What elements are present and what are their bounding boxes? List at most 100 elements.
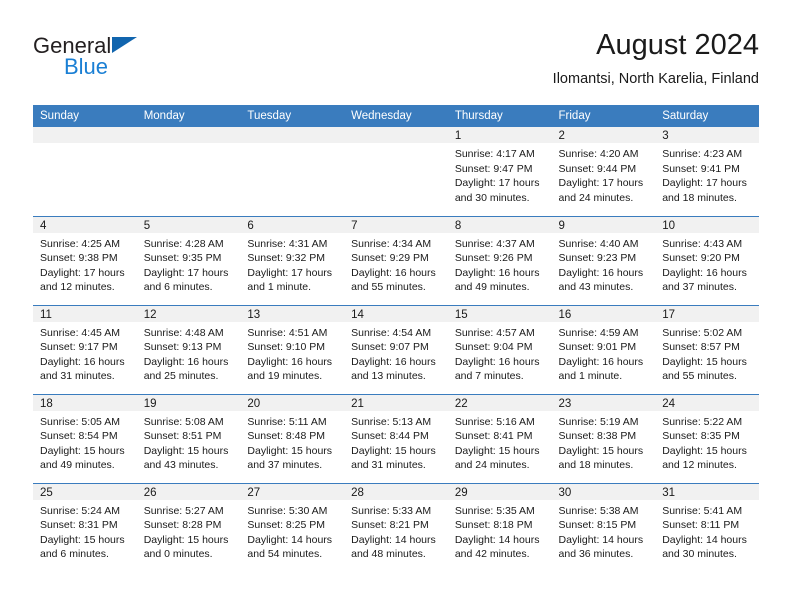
sunrise-text: Sunrise: 4:59 AM xyxy=(558,326,639,339)
daylight-text: Daylight: 14 hours and 36 minutes. xyxy=(558,533,644,561)
day-number xyxy=(240,127,345,143)
day-cell: 29 Sunrise: 5:35 AM Sunset: 8:18 PM Dayligh… xyxy=(447,483,552,573)
calendar-day-cell[interactable]: 1 Sunrise: 4:17 AM Sunset: 9:47 PM Daylight… xyxy=(447,127,552,216)
sunset-text: Sunset: 8:15 PM xyxy=(558,519,637,532)
sunset-text: Sunset: 9:35 PM xyxy=(143,252,222,265)
day-number xyxy=(33,127,137,143)
calendar-day-cell[interactable]: 15 Sunrise: 4:57 AM Sunset: 9:04 PM Dayligh… xyxy=(447,304,552,394)
day-cell: 7 Sunrise: 4:34 AM Sunset: 9:29 PM Daylight… xyxy=(344,216,448,305)
sunset-text: Sunset: 9:20 PM xyxy=(662,252,740,265)
sunset-text: Sunset: 8:51 PM xyxy=(143,430,222,443)
calendar-day-cell[interactable]: 13 Sunrise: 4:51 AM Sunset: 9:10 PM Dayligh… xyxy=(240,304,345,394)
day-details: Sunrise: 4:17 AM Sunset: 9:47 PM Daylight:… xyxy=(448,143,552,205)
daylight-text: Daylight: 16 hours and 49 minutes. xyxy=(454,266,540,294)
day-number: 19 xyxy=(136,394,241,411)
day-number: 22 xyxy=(447,394,552,411)
day-cell: 8 Sunrise: 4:37 AM Sunset: 9:26 PM Daylight… xyxy=(447,216,552,305)
day-cell: 2 Sunrise: 4:20 AM Sunset: 9:44 PM Daylight… xyxy=(551,127,656,216)
calendar-day-cell[interactable]: 28 Sunrise: 5:33 AM Sunset: 8:21 PM Dayligh… xyxy=(344,482,448,573)
day-number: 11 xyxy=(33,305,137,322)
calendar-day-cell[interactable]: 19 Sunrise: 5:08 AM Sunset: 8:51 PM Dayligh… xyxy=(136,393,241,483)
sunrise-text: Sunrise: 4:40 AM xyxy=(558,237,639,250)
sunset-text: Sunset: 9:47 PM xyxy=(454,162,533,175)
day-number: 3 xyxy=(655,127,759,143)
sunrise-text: Sunrise: 5:13 AM xyxy=(351,415,432,428)
calendar-day-cell[interactable]: 23 Sunrise: 5:19 AM Sunset: 8:38 PM Dayligh… xyxy=(551,393,656,483)
daylight-text: Daylight: 16 hours and 31 minutes. xyxy=(40,355,125,383)
general-blue-logo: General Blue xyxy=(33,28,163,84)
calendar-day-cell[interactable]: 16 Sunrise: 4:59 AM Sunset: 9:01 PM Dayligh… xyxy=(551,304,656,394)
calendar-week-row: 1 Sunrise: 4:17 AM Sunset: 9:47 PM Daylight… xyxy=(33,127,759,216)
calendar-day-cell[interactable] xyxy=(344,127,448,216)
day-details: Sunrise: 5:05 AM Sunset: 8:54 PM Daylight:… xyxy=(33,411,137,473)
calendar-day-cell[interactable]: 5 Sunrise: 4:28 AM Sunset: 9:35 PM Daylight… xyxy=(136,215,241,305)
daylight-text: Daylight: 15 hours and 43 minutes. xyxy=(143,444,229,472)
sunrise-text: Sunrise: 4:45 AM xyxy=(40,326,120,339)
calendar-day-cell[interactable]: 18 Sunrise: 5:05 AM Sunset: 8:54 PM Dayligh… xyxy=(33,393,137,483)
weekday-header-tuesday: Tuesday xyxy=(240,105,345,127)
calendar-day-cell[interactable]: 3 Sunrise: 4:23 AM Sunset: 9:41 PM Daylight… xyxy=(655,127,759,216)
sunset-text: Sunset: 8:28 PM xyxy=(143,519,222,532)
calendar-day-cell[interactable]: 9 Sunrise: 4:40 AM Sunset: 9:23 PM Daylight… xyxy=(551,215,656,305)
calendar-day-cell[interactable]: 8 Sunrise: 4:37 AM Sunset: 9:26 PM Daylight… xyxy=(447,215,552,305)
calendar-day-cell[interactable]: 14 Sunrise: 4:54 AM Sunset: 9:07 PM Dayligh… xyxy=(344,304,448,394)
sunset-text: Sunset: 9:07 PM xyxy=(351,341,429,354)
logo-triangle-icon xyxy=(112,37,137,53)
calendar-day-cell[interactable]: 10 Sunrise: 4:43 AM Sunset: 9:20 PM Dayligh… xyxy=(655,215,759,305)
day-cell: 1 Sunrise: 4:17 AM Sunset: 9:47 PM Daylight… xyxy=(447,127,552,216)
calendar-day-cell[interactable] xyxy=(33,127,137,216)
sunrise-text: Sunrise: 5:27 AM xyxy=(143,504,224,517)
sunrise-text: Sunrise: 5:02 AM xyxy=(662,326,743,339)
day-details: Sunrise: 4:57 AM Sunset: 9:04 PM Daylight:… xyxy=(448,322,552,384)
calendar-day-cell[interactable]: 6 Sunrise: 4:31 AM Sunset: 9:32 PM Daylight… xyxy=(240,215,345,305)
daylight-text: Daylight: 14 hours and 54 minutes. xyxy=(247,533,333,561)
calendar-day-cell[interactable]: 17 Sunrise: 5:02 AM Sunset: 8:57 PM Dayligh… xyxy=(655,304,759,394)
calendar-day-cell[interactable]: 30 Sunrise: 5:38 AM Sunset: 8:15 PM Dayligh… xyxy=(551,482,656,572)
sunset-text: Sunset: 9:04 PM xyxy=(454,341,533,354)
calendar-day-cell[interactable] xyxy=(240,127,345,216)
day-cell: 3 Sunrise: 4:23 AM Sunset: 9:41 PM Daylight… xyxy=(655,127,759,216)
day-cell: 31 Sunrise: 5:41 AM Sunset: 8:11 PM Dayligh… xyxy=(655,483,759,573)
sunrise-text: Sunrise: 4:48 AM xyxy=(143,326,224,339)
calendar-day-cell[interactable]: 24 Sunrise: 5:22 AM Sunset: 8:35 PM Dayligh… xyxy=(655,393,759,483)
calendar-week-row: 11 Sunrise: 4:45 AM Sunset: 9:17 PM Dayligh… xyxy=(33,304,759,394)
day-number: 31 xyxy=(655,483,759,500)
calendar-table: Sunday Monday Tuesday Wednesday Thursday… xyxy=(33,105,759,572)
sunset-text: Sunset: 8:31 PM xyxy=(40,519,118,532)
calendar-day-cell[interactable]: 7 Sunrise: 4:34 AM Sunset: 9:29 PM Daylight… xyxy=(344,215,448,305)
day-number: 10 xyxy=(655,216,759,233)
day-number: 6 xyxy=(240,216,345,233)
calendar-day-cell[interactable] xyxy=(136,127,241,216)
calendar-day-cell[interactable]: 20 Sunrise: 5:11 AM Sunset: 8:48 PM Dayligh… xyxy=(240,393,345,483)
calendar-day-cell[interactable]: 21 Sunrise: 5:13 AM Sunset: 8:44 PM Dayligh… xyxy=(344,393,448,483)
calendar-day-cell[interactable]: 26 Sunrise: 5:27 AM Sunset: 8:28 PM Dayligh… xyxy=(136,482,241,572)
sunrise-text: Sunrise: 4:51 AM xyxy=(247,326,328,339)
calendar-day-cell[interactable]: 11 Sunrise: 4:45 AM Sunset: 9:17 PM Dayligh… xyxy=(33,304,137,394)
day-cell: 17 Sunrise: 5:02 AM Sunset: 8:57 PM Dayligh… xyxy=(655,305,759,394)
daylight-text: Daylight: 15 hours and 49 minutes. xyxy=(40,444,125,472)
sunset-text: Sunset: 8:38 PM xyxy=(558,430,637,443)
calendar-day-cell[interactable]: 22 Sunrise: 5:16 AM Sunset: 8:41 PM Dayligh… xyxy=(447,393,552,483)
sunrise-text: Sunrise: 4:43 AM xyxy=(662,237,743,250)
day-details: Sunrise: 4:37 AM Sunset: 9:26 PM Daylight:… xyxy=(448,233,552,295)
day-number: 4 xyxy=(33,216,137,233)
calendar-day-cell[interactable]: 2 Sunrise: 4:20 AM Sunset: 9:44 PM Daylight… xyxy=(551,127,656,216)
day-cell: 19 Sunrise: 5:08 AM Sunset: 8:51 PM Dayligh… xyxy=(136,394,241,483)
daylight-text: Daylight: 17 hours and 12 minutes. xyxy=(40,266,125,294)
day-cell: 15 Sunrise: 4:57 AM Sunset: 9:04 PM Dayligh… xyxy=(447,305,552,394)
sunrise-text: Sunrise: 4:57 AM xyxy=(454,326,535,339)
calendar-day-cell[interactable]: 25 Sunrise: 5:24 AM Sunset: 8:31 PM Dayligh… xyxy=(33,482,137,572)
calendar-day-cell[interactable]: 29 Sunrise: 5:35 AM Sunset: 8:18 PM Dayligh… xyxy=(447,482,552,573)
day-cell: 5 Sunrise: 4:28 AM Sunset: 9:35 PM Daylight… xyxy=(136,216,241,305)
sunset-text: Sunset: 9:41 PM xyxy=(662,162,740,175)
calendar-day-cell[interactable]: 27 Sunrise: 5:30 AM Sunset: 8:25 PM Dayligh… xyxy=(240,482,345,572)
calendar-day-cell[interactable]: 31 Sunrise: 5:41 AM Sunset: 8:11 PM Dayligh… xyxy=(655,482,759,573)
day-cell: 28 Sunrise: 5:33 AM Sunset: 8:21 PM Dayligh… xyxy=(344,483,448,573)
calendar-day-cell[interactable]: 4 Sunrise: 4:25 AM Sunset: 9:38 PM Daylight… xyxy=(33,215,137,305)
sunrise-text: Sunrise: 5:05 AM xyxy=(40,415,120,428)
calendar-day-cell[interactable]: 12 Sunrise: 4:48 AM Sunset: 9:13 PM Dayligh… xyxy=(136,304,241,394)
daylight-text: Daylight: 17 hours and 24 minutes. xyxy=(558,177,644,204)
day-number: 29 xyxy=(447,483,552,500)
day-cell: 21 Sunrise: 5:13 AM Sunset: 8:44 PM Dayligh… xyxy=(344,394,448,483)
day-details: Sunrise: 5:13 AM Sunset: 8:44 PM Daylight:… xyxy=(344,411,448,473)
